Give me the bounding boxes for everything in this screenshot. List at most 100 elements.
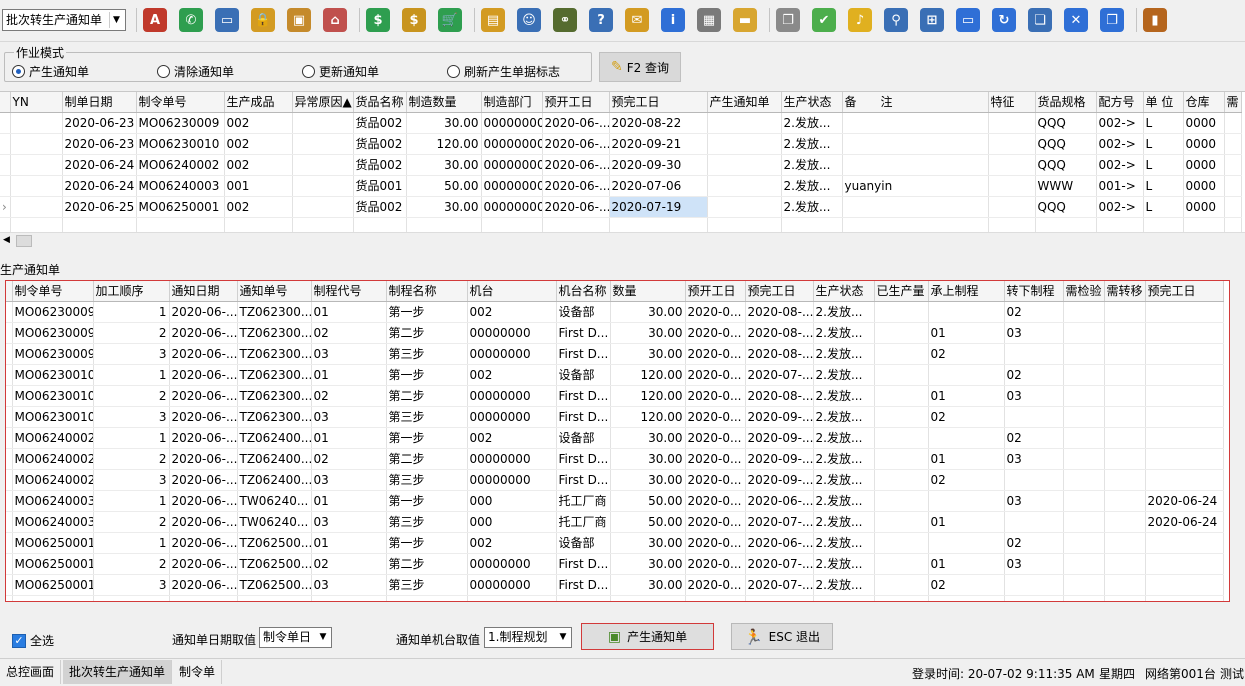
table-cell[interactable]: 2020-06-... <box>745 490 814 512</box>
table-cell[interactable] <box>1104 301 1146 323</box>
machine-source-select[interactable]: 1.制程规划 ▼ <box>484 627 572 648</box>
table-cell[interactable] <box>874 343 929 365</box>
table-cell[interactable] <box>988 175 1036 197</box>
column-header[interactable]: 单 位 <box>1143 92 1184 113</box>
table-cell[interactable]: TZ062300... <box>237 322 312 344</box>
table-cell[interactable] <box>1104 448 1146 470</box>
chevron-left-icon[interactable]: ◀ <box>3 235 10 245</box>
table-cell[interactable]: 03 <box>1004 385 1064 407</box>
table-row[interactable]: MO06230010 2 2020-06-... TZ062300... 02 第二步 00… <box>6 385 1224 407</box>
table-cell[interactable]: 0000 <box>1183 112 1225 134</box>
table-cell[interactable]: 2020-06-... <box>542 112 610 134</box>
table-cell[interactable]: 1 <box>93 532 170 554</box>
column-header[interactable]: 机台名称 <box>556 281 611 302</box>
table-cell[interactable]: 0000 <box>1183 175 1225 197</box>
table-cell[interactable]: 30.00 <box>406 196 482 218</box>
table-cell[interactable] <box>874 511 929 533</box>
table-cell[interactable] <box>1145 448 1224 470</box>
table-cell[interactable] <box>707 154 782 176</box>
table-cell[interactable]: 第三步 <box>386 343 468 365</box>
table-cell[interactable]: 30.00 <box>610 301 686 323</box>
table-cell[interactable]: 02 <box>928 406 1005 428</box>
table-cell[interactable]: 2.发放... <box>813 406 875 428</box>
table-cell[interactable]: 2020-06-... <box>169 553 238 575</box>
table-cell[interactable] <box>1145 343 1224 365</box>
table-row[interactable]: 2020-06-23 MO06230010 002 货品002 120.00 000000… <box>0 133 1242 155</box>
column-header[interactable]: 预完工日 <box>745 281 814 302</box>
table-cell[interactable]: 02 <box>1004 301 1064 323</box>
table-cell[interactable] <box>1104 469 1146 491</box>
copy-icon[interactable]: ❐ <box>776 8 800 32</box>
table-cell[interactable]: 1 <box>93 427 170 449</box>
table-cell[interactable]: 120.00 <box>610 385 686 407</box>
table-cell[interactable] <box>1104 385 1146 407</box>
table-cell[interactable]: 01 <box>928 553 1005 575</box>
table-cell[interactable]: 03 <box>311 511 387 533</box>
table-cell[interactable]: 02 <box>928 343 1005 365</box>
table-cell[interactable]: 第一步 <box>386 490 468 512</box>
table-cell[interactable]: 设备部 <box>556 532 611 554</box>
table-cell[interactable] <box>1104 427 1146 449</box>
column-header[interactable]: 货品名称 <box>353 92 407 113</box>
table-row[interactable]: MO06230009 1 2020-06-... TZ062300... 01 第一步 00… <box>6 301 1224 323</box>
table-cell[interactable]: 2020-09-21 <box>609 133 708 155</box>
table-cell[interactable]: 2.发放... <box>781 196 843 218</box>
table-cell[interactable]: 50.00 <box>610 490 686 512</box>
org-chart-icon[interactable]: ⊞ <box>920 8 944 32</box>
table-cell[interactable]: TZ062300... <box>237 406 312 428</box>
column-header[interactable]: 转下制程 <box>1004 281 1064 302</box>
table-cell[interactable]: 03 <box>1004 448 1064 470</box>
table-cell[interactable]: 2020-06-... <box>169 574 238 596</box>
table-cell[interactable]: 02 <box>311 385 387 407</box>
close-window-icon[interactable]: ✕ <box>1064 8 1088 32</box>
table-cell[interactable]: 2020-06-... <box>542 196 610 218</box>
table-cell[interactable]: 01 <box>311 532 387 554</box>
table-cell[interactable]: 01 <box>928 385 1005 407</box>
table-cell[interactable]: 00000000 <box>467 343 557 365</box>
table-cell[interactable]: 2020-09-30 <box>609 154 708 176</box>
column-header[interactable]: 制程代号 <box>311 281 387 302</box>
table-cell[interactable]: TZ062400... <box>237 427 312 449</box>
table-cell[interactable]: 002-> <box>1096 112 1144 134</box>
users-icon[interactable]: ☺ <box>517 8 541 32</box>
table-cell[interactable]: 00000000 <box>481 133 543 155</box>
table-cell[interactable]: QQQ <box>1035 196 1097 218</box>
table-cell[interactable] <box>1063 574 1105 596</box>
table-cell[interactable]: 02 <box>311 553 387 575</box>
column-header[interactable]: 需 <box>1224 92 1242 113</box>
table-cell[interactable]: 第一步 <box>386 532 468 554</box>
table-cell[interactable]: MO06250001 <box>12 553 94 575</box>
table-cell[interactable]: 2020-0... <box>685 385 746 407</box>
table-cell[interactable]: TW06240... <box>237 490 312 512</box>
column-header[interactable]: 制单日期 <box>62 92 137 113</box>
table-cell[interactable]: 2.发放... <box>813 427 875 449</box>
column-header[interactable]: 已生产量 <box>874 281 929 302</box>
mode-select[interactable]: 批次转生产通知单 ▼ <box>2 9 126 31</box>
table-cell[interactable] <box>1063 322 1105 344</box>
table-cell[interactable]: 货品002 <box>353 154 407 176</box>
table-cell[interactable]: TZ062500... <box>237 574 312 596</box>
tab-dashboard[interactable]: 总控画面 <box>0 660 62 684</box>
column-header[interactable]: 数量 <box>610 281 686 302</box>
table-cell[interactable]: 2020-08-... <box>745 343 814 365</box>
table-cell[interactable] <box>707 175 782 197</box>
table-cell[interactable]: TZ062500... <box>237 553 312 575</box>
column-header[interactable]: 备 注 <box>842 92 989 113</box>
table-cell[interactable] <box>707 133 782 155</box>
table-cell[interactable]: 00000000 <box>467 406 557 428</box>
folder-icon[interactable]: ▬ <box>733 8 757 32</box>
table-cell[interactable]: 0000 <box>1183 133 1225 155</box>
table-cell[interactable]: 002 <box>224 196 293 218</box>
table-cell[interactable]: L <box>1143 175 1184 197</box>
table-cell[interactable]: QQQ <box>1035 112 1097 134</box>
table-cell[interactable] <box>842 196 989 218</box>
table-cell[interactable]: 00000000 <box>467 448 557 470</box>
table-cell[interactable]: 002-> <box>1096 133 1144 155</box>
info-icon[interactable]: i <box>661 8 685 32</box>
table-cell[interactable] <box>1104 343 1146 365</box>
table-row[interactable]: MO06240002 2 2020-06-... TZ062400... 02 第二步 00… <box>6 448 1224 470</box>
table-cell[interactable] <box>874 490 929 512</box>
table-cell[interactable] <box>1145 322 1224 344</box>
table-cell[interactable]: 00000000 <box>467 574 557 596</box>
table-cell[interactable] <box>10 196 63 218</box>
